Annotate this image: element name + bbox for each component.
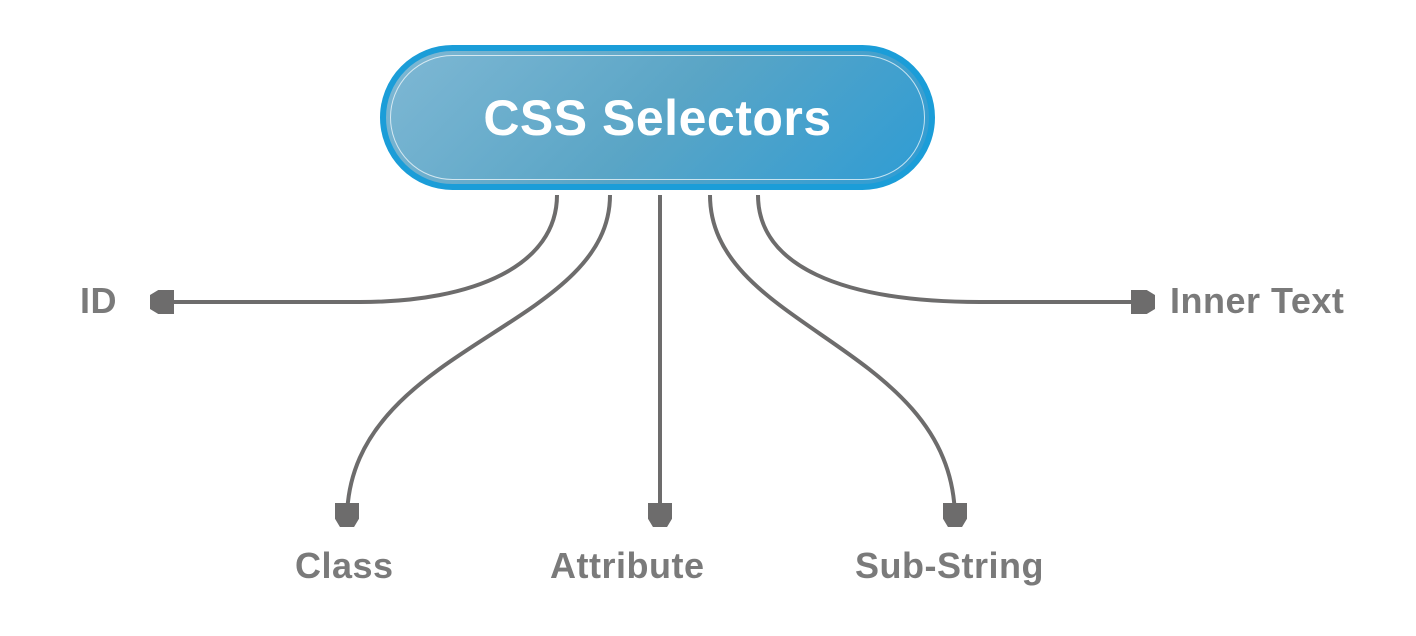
leaf-id: ID	[80, 280, 117, 322]
root-label: CSS Selectors	[483, 89, 831, 147]
leaf-innertext: Inner Text	[1170, 280, 1344, 322]
leaf-substring: Sub-String	[855, 545, 1044, 587]
connector-id	[157, 195, 557, 302]
root-node: CSS Selectors	[380, 45, 935, 190]
leaf-attribute: Attribute	[550, 545, 704, 587]
leaf-class: Class	[295, 545, 394, 587]
connector-innertext	[758, 195, 1148, 302]
connector-class	[347, 195, 610, 520]
connector-substring	[710, 195, 955, 520]
